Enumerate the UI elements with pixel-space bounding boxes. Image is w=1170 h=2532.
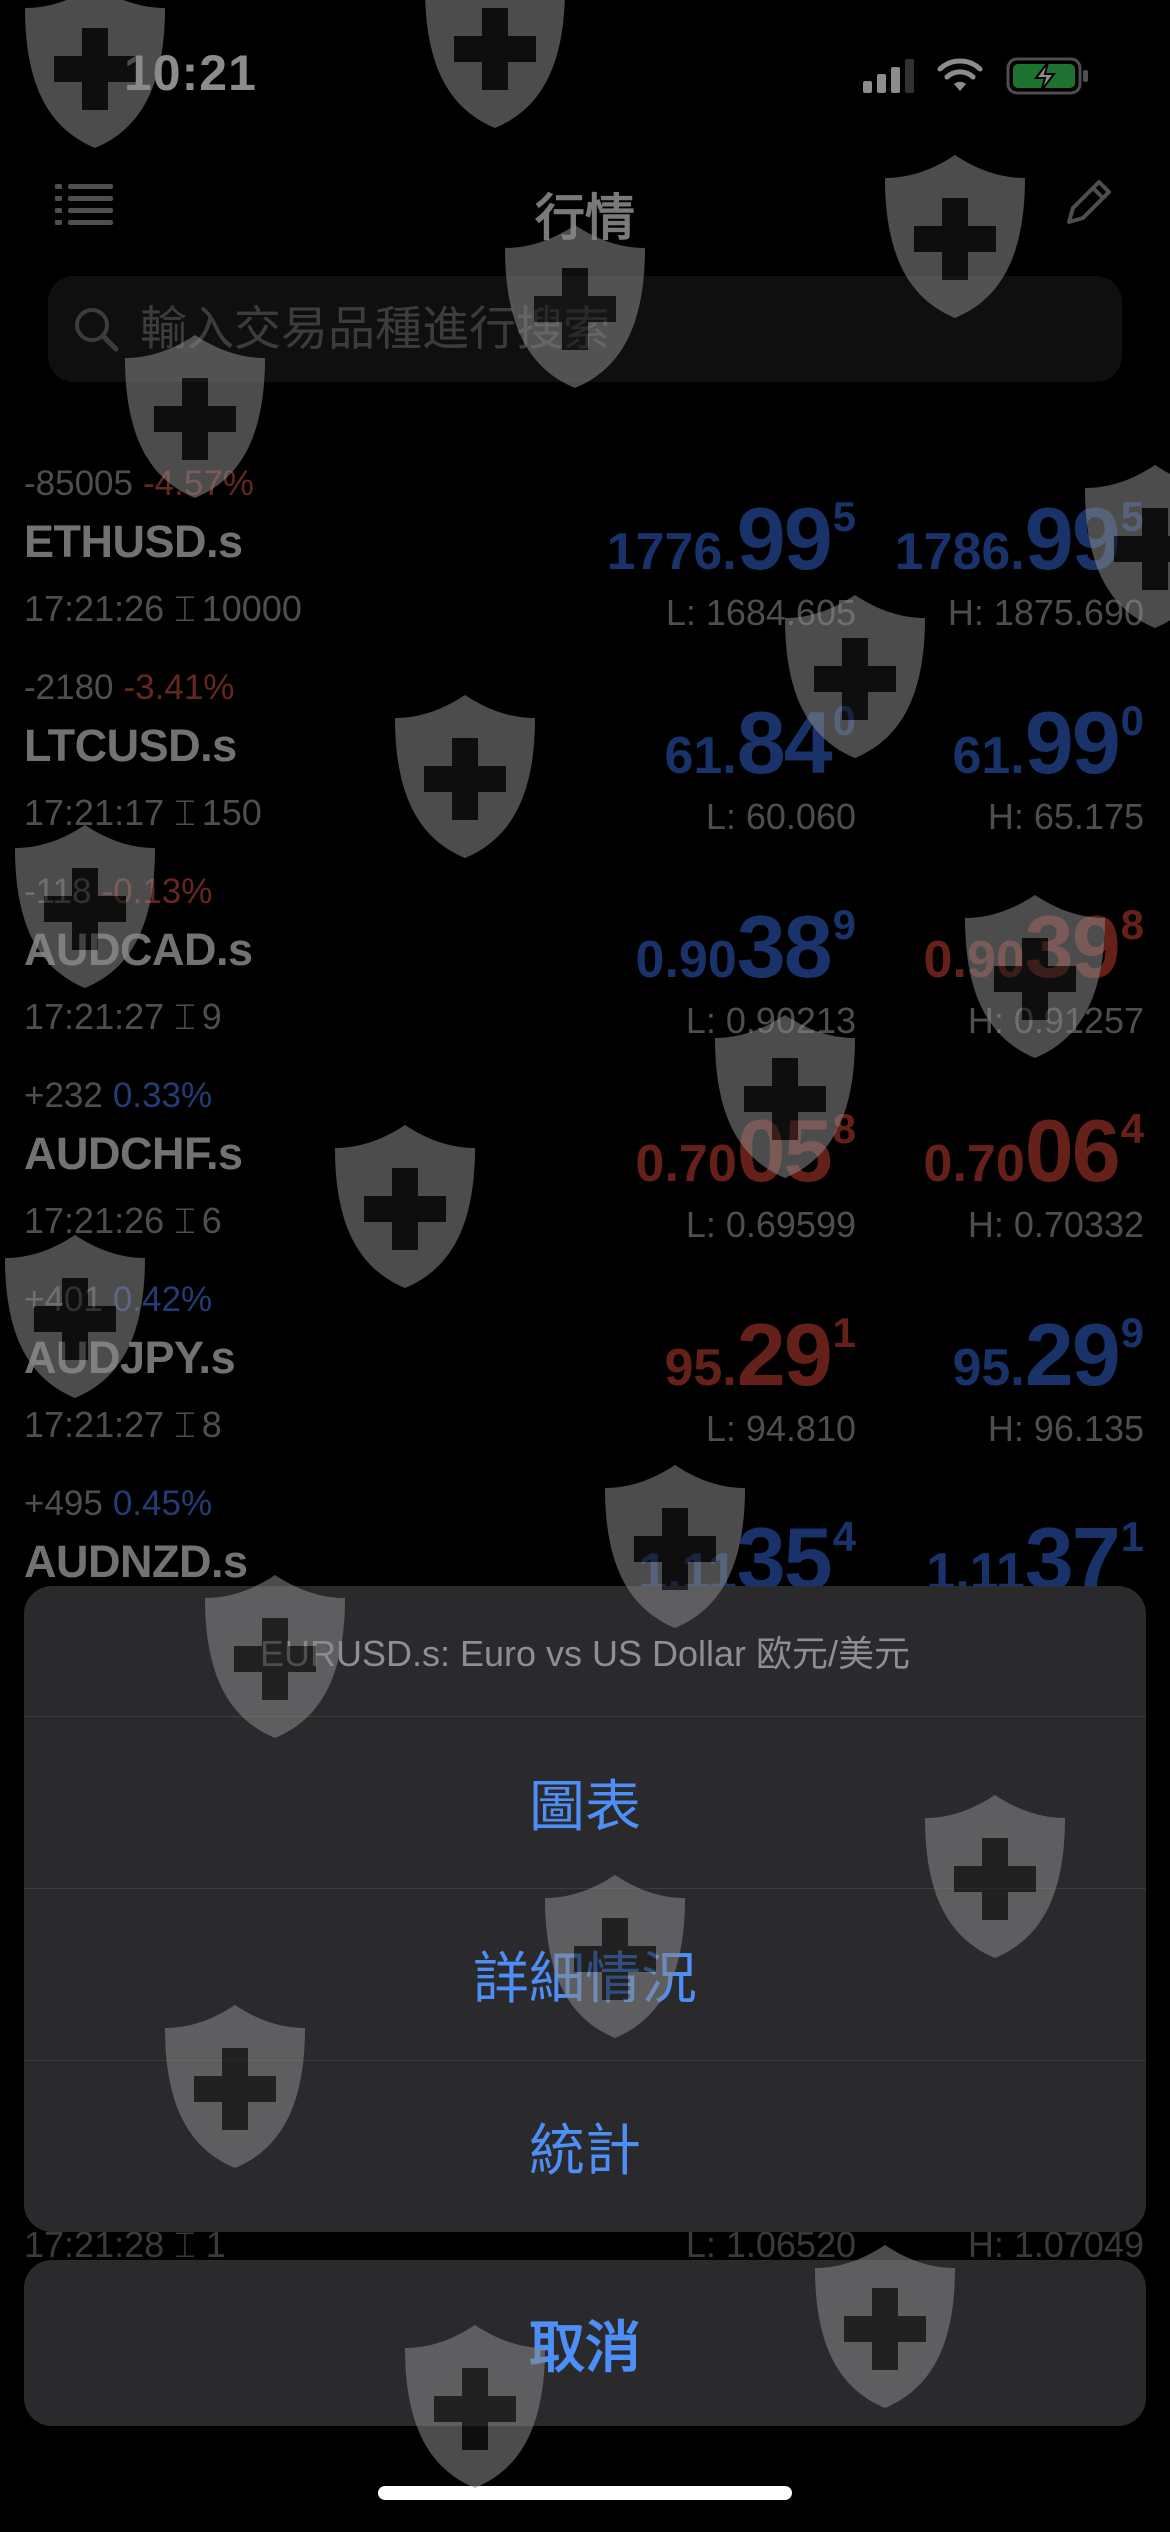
home-indicator[interactable] <box>378 2486 792 2500</box>
action-sheet-title: EURUSD.s: Euro vs US Dollar 欧元/美元 <box>24 1586 1146 1717</box>
cancel-button[interactable]: 取消 <box>24 2260 1146 2426</box>
statistics-action-button[interactable]: 統計 <box>24 2061 1146 2232</box>
chart-action-button[interactable]: 圖表 <box>24 1717 1146 1889</box>
details-action-button[interactable]: 詳細情況 <box>24 1889 1146 2061</box>
action-sheet: EURUSD.s: Euro vs US Dollar 欧元/美元 圖表 詳細情… <box>24 1586 1146 2232</box>
